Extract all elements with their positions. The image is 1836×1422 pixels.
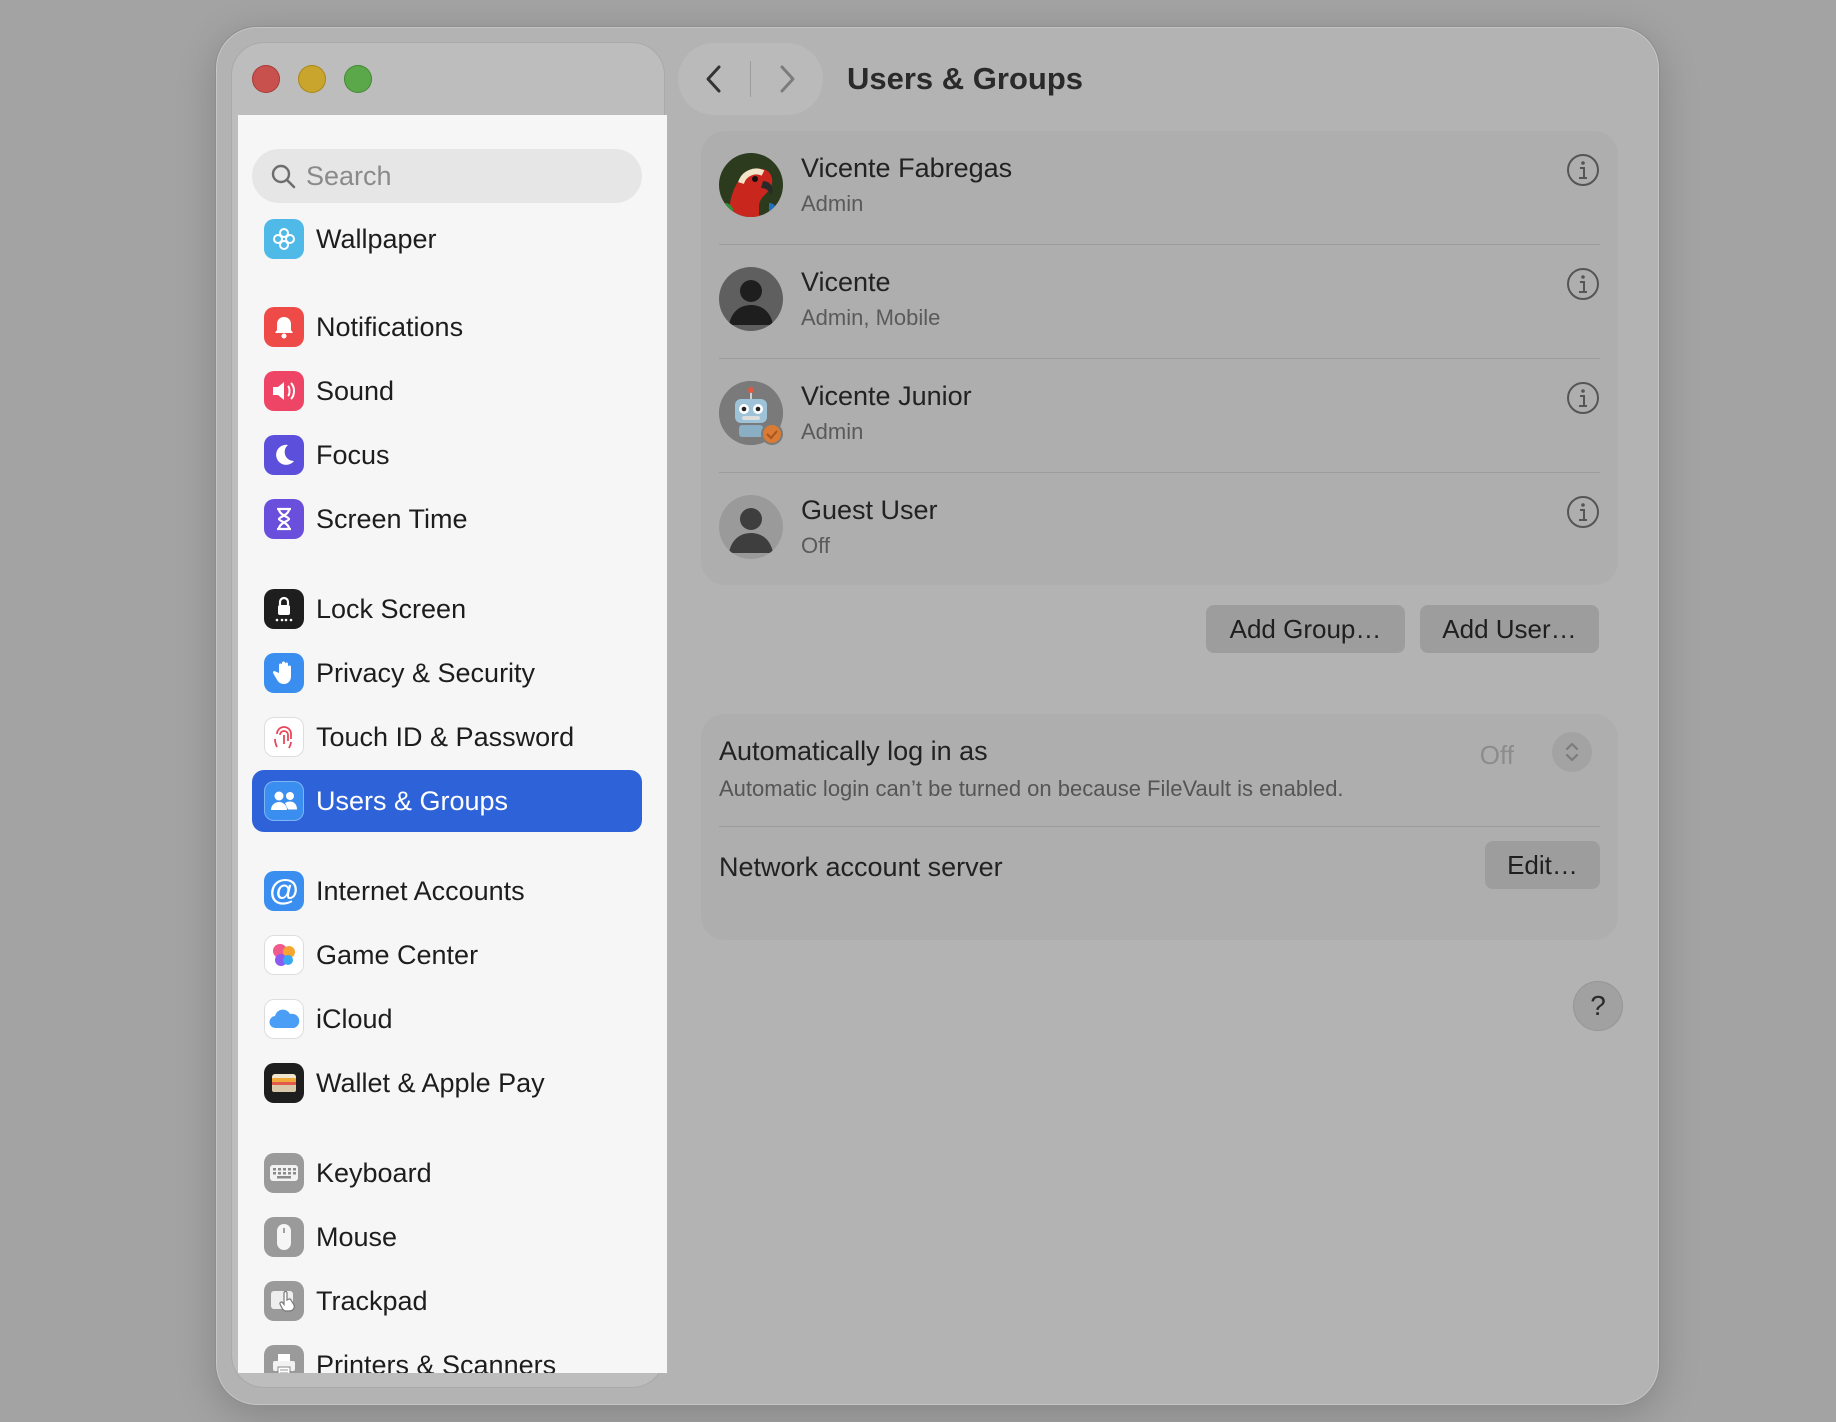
guest-avatar (719, 495, 783, 559)
game-center-icon (264, 935, 304, 975)
search-field[interactable] (252, 149, 642, 203)
user-row-guest-user[interactable]: Guest User Off (719, 473, 1600, 586)
users-groups-icon (264, 781, 304, 821)
sidebar-item-label: Keyboard (316, 1157, 432, 1188)
wallet-icon (264, 1063, 304, 1103)
sound-icon (264, 371, 304, 411)
sidebar-item-label: Sound (316, 375, 395, 406)
sidebar-item-label: Game Center (316, 939, 479, 970)
login-settings: Automatically log in as Off Automatic lo… (701, 714, 1618, 940)
sidebar-item-label: Lock Screen (316, 593, 467, 624)
search-input[interactable] (304, 159, 608, 193)
generic-person-avatar (719, 267, 783, 331)
sidebar: Wallpaper Notifications Sound Focus Scre (238, 115, 667, 1373)
sidebar-item-game-center[interactable]: Game Center (252, 924, 642, 986)
wallpaper-icon (264, 219, 304, 259)
sidebar-item-wallet[interactable]: Wallet & Apple Pay (252, 1052, 642, 1114)
zoom-window-button[interactable] (344, 65, 372, 93)
sidebar-item-label: Wallpaper (316, 223, 437, 254)
user-row-vicente-fabregas[interactable]: Vicente Fabregas Admin (719, 131, 1600, 244)
back-button[interactable] (678, 43, 750, 115)
info-icon[interactable] (1566, 153, 1600, 187)
divider (719, 826, 1600, 827)
screen-time-icon (264, 499, 304, 539)
focus-icon (264, 435, 304, 475)
sidebar-item-touch-id[interactable]: Touch ID & Password (252, 706, 642, 768)
users-list: Vicente Fabregas Admin Vicente Admin, Mo… (701, 131, 1618, 585)
auto-login-popup[interactable] (1552, 732, 1592, 772)
parrot-avatar (719, 153, 783, 217)
help-button[interactable]: ? (1573, 981, 1623, 1031)
user-name: Vicente Fabregas (801, 153, 1013, 183)
sidebar-item-mouse[interactable]: Mouse (252, 1206, 642, 1268)
info-icon[interactable] (1566, 381, 1600, 415)
user-role: Off (801, 533, 830, 558)
user-name: Guest User (801, 495, 938, 525)
search-icon (271, 164, 296, 189)
sidebar-item-screen-time[interactable]: Screen Time (252, 488, 642, 550)
at-sign-icon: @ (264, 871, 304, 911)
privacy-hand-icon (264, 653, 304, 693)
sidebar-item-label: Printers & Scanners (316, 1349, 557, 1374)
sidebar-item-focus[interactable]: Focus (252, 424, 642, 486)
sidebar-item-label: Trackpad (316, 1285, 428, 1316)
sidebar-item-trackpad[interactable]: Trackpad (252, 1270, 642, 1332)
info-icon[interactable] (1566, 495, 1600, 529)
sidebar-item-keyboard[interactable]: Keyboard (252, 1142, 642, 1204)
chevron-updown-icon (1565, 742, 1579, 762)
printer-icon (264, 1345, 304, 1373)
settings-window: Wallpaper Notifications Sound Focus Scre (215, 26, 1660, 1406)
user-role: Admin, Mobile (801, 305, 941, 330)
sidebar-item-sound[interactable]: Sound (252, 360, 642, 422)
user-role: Admin (801, 419, 864, 444)
icloud-icon (264, 999, 304, 1039)
sidebar-item-label: Touch ID & Password (316, 721, 575, 752)
network-server-label: Network account server (719, 852, 1003, 882)
notifications-icon (264, 307, 304, 347)
sidebar-item-users-groups[interactable]: Users & Groups (252, 770, 642, 832)
keyboard-icon (264, 1153, 304, 1193)
auto-login-value: Off (1479, 740, 1514, 770)
sidebar-item-label: Users & Groups (316, 785, 509, 816)
sidebar-item-label: Screen Time (316, 503, 468, 534)
forward-button[interactable] (751, 43, 823, 115)
add-user-button[interactable]: Add User… (1420, 605, 1599, 653)
auto-login-note: Automatic login can’t be turned on becau… (719, 776, 1344, 801)
navigation-buttons (678, 43, 823, 115)
sidebar-item-label: Mouse (316, 1221, 398, 1252)
info-icon[interactable] (1566, 267, 1600, 301)
close-window-button[interactable] (252, 65, 280, 93)
sidebar-item-internet-accounts[interactable]: @ Internet Accounts (252, 860, 642, 922)
robot-avatar (719, 381, 783, 445)
sidebar-item-wallpaper[interactable]: Wallpaper (252, 208, 642, 270)
sidebar-item-label: Focus (316, 439, 390, 470)
chevron-left-icon (706, 65, 721, 93)
page-title: Users & Groups (847, 61, 1084, 96)
user-name: Vicente (801, 267, 891, 297)
sidebar-item-privacy-security[interactable]: Privacy & Security (252, 642, 642, 704)
user-role: Admin (801, 191, 864, 216)
user-row-vicente[interactable]: Vicente Admin, Mobile (719, 245, 1600, 358)
add-group-button[interactable]: Add Group… (1206, 605, 1405, 653)
user-name: Vicente Junior (801, 381, 972, 411)
sidebar-item-printers[interactable]: Printers & Scanners (252, 1334, 642, 1373)
lock-screen-icon (264, 589, 304, 629)
mouse-icon (264, 1217, 304, 1257)
sidebar-item-lock-screen[interactable]: Lock Screen (252, 578, 642, 640)
sidebar-item-icloud[interactable]: iCloud (252, 988, 642, 1050)
sidebar-item-label: Wallet & Apple Pay (316, 1067, 545, 1098)
fingerprint-icon (264, 717, 304, 757)
chevron-right-icon (780, 65, 795, 93)
trackpad-icon (264, 1281, 304, 1321)
sidebar-item-label: Notifications (316, 311, 464, 342)
user-row-vicente-junior[interactable]: Vicente Junior Admin (719, 359, 1600, 472)
edit-network-server-button[interactable]: Edit… (1485, 841, 1600, 889)
sidebar-item-label: Privacy & Security (316, 657, 536, 688)
sidebar-item-label: iCloud (316, 1003, 393, 1034)
sidebar-item-label: Internet Accounts (316, 875, 525, 906)
sidebar-item-notifications[interactable]: Notifications (252, 296, 642, 358)
minimize-window-button[interactable] (298, 65, 326, 93)
auto-login-label: Automatically log in as (719, 736, 988, 766)
